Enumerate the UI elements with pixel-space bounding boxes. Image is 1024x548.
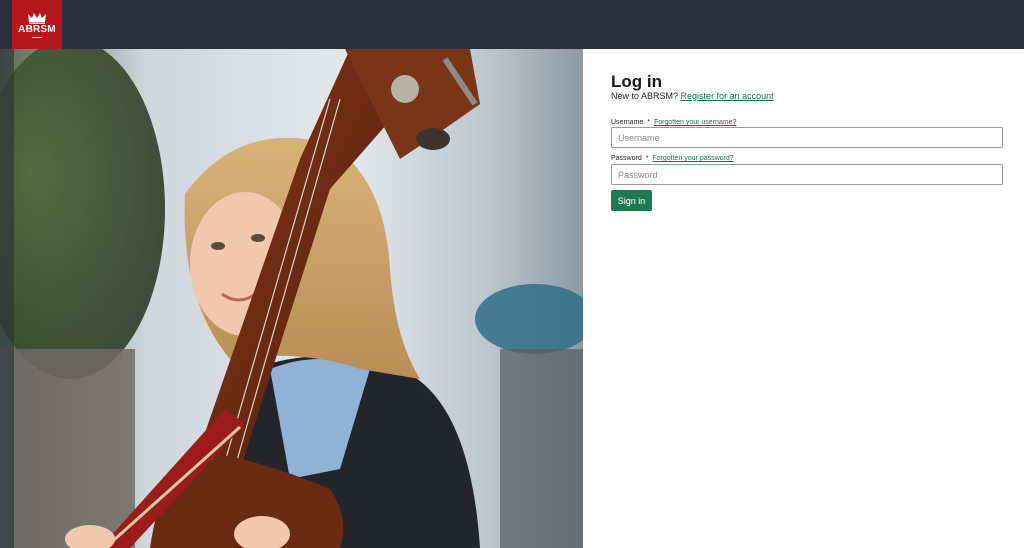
forgotten-username-link[interactable]: Forgotten your username?	[654, 119, 737, 126]
hero-photo	[0, 49, 583, 548]
login-panel: Log in New to ABRSM? Register for an acc…	[583, 49, 1024, 548]
new-user-text: New to ABRSM?	[611, 91, 679, 101]
register-link[interactable]: Register for an account	[681, 91, 774, 101]
logo-underline	[32, 36, 42, 38]
logo-text: ABRSM	[18, 23, 56, 35]
username-input[interactable]	[611, 127, 1003, 148]
required-marker: *	[647, 119, 650, 126]
password-label-text: Password	[611, 155, 642, 162]
username-label: Username * Forgotten your username?	[611, 119, 736, 126]
abrsm-logo[interactable]: ABRSM	[12, 0, 62, 49]
crown-icon	[28, 12, 46, 24]
password-label: Password * Forgotten your password?	[611, 155, 734, 162]
forgotten-password-link[interactable]: Forgotten your password?	[652, 155, 733, 162]
top-bar: ABRSM	[0, 0, 1024, 49]
username-label-text: Username	[611, 119, 644, 126]
sign-in-button[interactable]: Sign in	[611, 190, 652, 211]
register-prompt: New to ABRSM? Register for an account	[611, 91, 774, 101]
page-title: Log in	[611, 72, 662, 91]
password-input[interactable]	[611, 164, 1003, 185]
hero-image	[0, 49, 583, 548]
required-marker: *	[645, 155, 649, 162]
